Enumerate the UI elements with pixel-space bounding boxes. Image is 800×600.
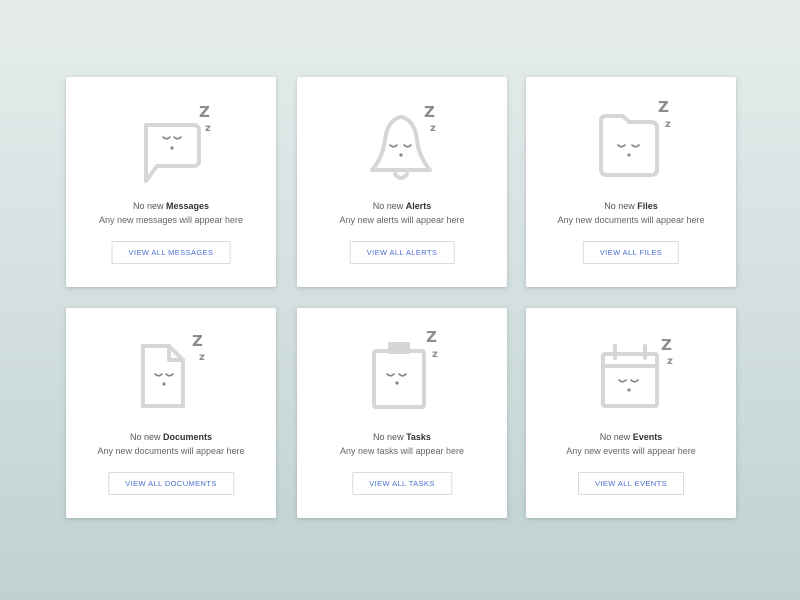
document-icon: Z z bbox=[141, 332, 205, 408]
empty-subtitle: Any new tasks will appear here bbox=[339, 446, 465, 456]
empty-title: No new Messages bbox=[132, 201, 210, 211]
view-all-messages-button[interactable]: VIEW ALL MESSAGES bbox=[111, 241, 231, 264]
sleep-z-small: z bbox=[667, 356, 673, 367]
view-all-events-button[interactable]: VIEW ALL EVENTS bbox=[578, 472, 684, 495]
sleep-z-big: Z bbox=[658, 98, 669, 116]
view-all-files-button[interactable]: VIEW ALL FILES bbox=[582, 241, 680, 264]
empty-title: No new Files bbox=[604, 201, 658, 211]
category-name: Alerts bbox=[405, 201, 432, 211]
events-card: Z z No new Events Any new events will ap… bbox=[526, 308, 736, 518]
view-all-tasks-button[interactable]: VIEW ALL TASKS bbox=[352, 472, 452, 495]
empty-title: No new Documents bbox=[129, 432, 213, 442]
category-name: Files bbox=[637, 201, 658, 211]
chat-bubble-icon: Z z bbox=[144, 103, 211, 183]
category-name: Tasks bbox=[406, 432, 431, 442]
empty-title: No new Events bbox=[599, 432, 663, 442]
empty-subtitle: Any new documents will appear here bbox=[557, 215, 705, 225]
sleep-z-small: z bbox=[205, 123, 211, 134]
view-all-alerts-button[interactable]: VIEW ALL ALERTS bbox=[349, 241, 455, 264]
sleep-z-small: z bbox=[430, 123, 436, 134]
empty-title: No new Alerts bbox=[372, 201, 432, 211]
sleep-z-big: Z bbox=[424, 103, 435, 121]
folder-icon: Z z bbox=[599, 98, 671, 177]
documents-card: Z z No new Documents Any new documents w… bbox=[66, 308, 276, 518]
sleep-z-big: Z bbox=[192, 332, 203, 350]
clipboard-icon: Z z bbox=[372, 328, 438, 409]
tasks-card: Z z No new Tasks Any new tasks will appe… bbox=[297, 308, 507, 518]
empty-title: No new Tasks bbox=[373, 432, 431, 442]
empty-subtitle: Any new alerts will appear here bbox=[339, 215, 465, 225]
sleep-z-small: z bbox=[432, 349, 438, 360]
bell-icon: Z z bbox=[370, 103, 436, 180]
sleep-z-small: z bbox=[665, 119, 671, 130]
sleep-z-big: Z bbox=[426, 328, 437, 346]
empty-subtitle: Any new messages will appear here bbox=[98, 215, 244, 225]
category-name: Documents bbox=[163, 432, 213, 442]
files-card: Z z No new Files Any new documents will … bbox=[526, 77, 736, 287]
alerts-card: Z z No new Alerts Any new alerts will ap… bbox=[297, 77, 507, 287]
empty-subtitle: Any new documents will appear here bbox=[97, 446, 245, 456]
category-name: Messages bbox=[166, 201, 210, 211]
view-all-documents-button[interactable]: VIEW ALL DOCUMENTS bbox=[108, 472, 234, 495]
category-name: Events bbox=[632, 432, 663, 442]
sleep-z-big: Z bbox=[661, 336, 672, 354]
empty-subtitle: Any new events will appear here bbox=[566, 446, 696, 456]
sleep-z-big: Z bbox=[199, 103, 210, 121]
sleep-z-small: z bbox=[199, 352, 205, 363]
calendar-icon: Z z bbox=[601, 336, 673, 408]
messages-card: Z z No new Messages Any new messages wil… bbox=[66, 77, 276, 287]
